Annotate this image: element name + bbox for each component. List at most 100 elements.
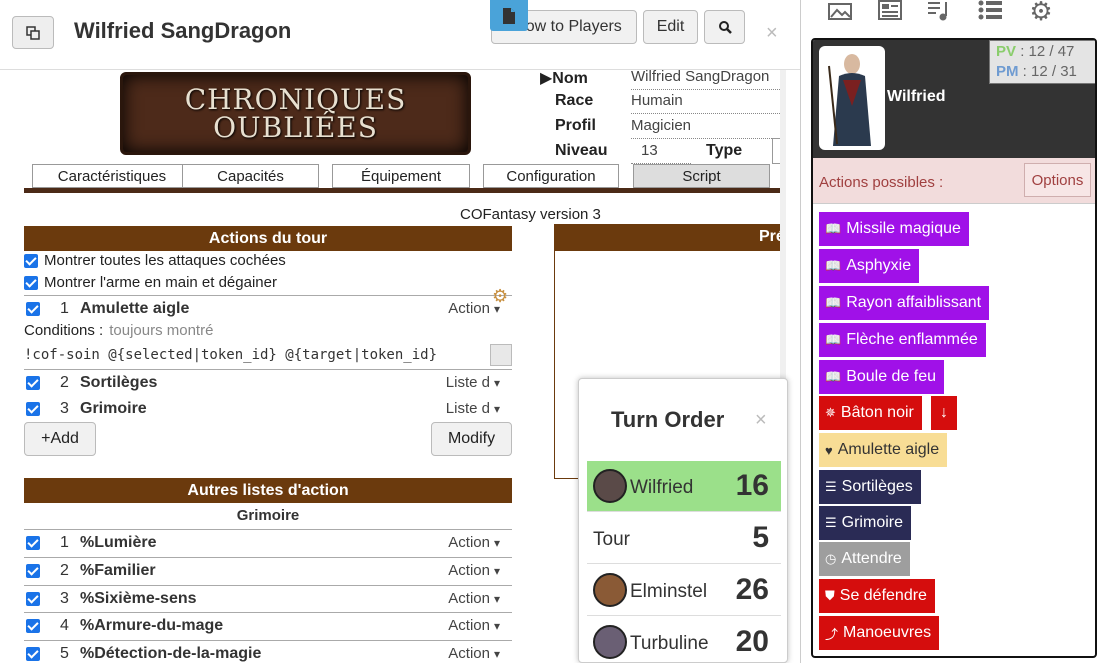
book-icon: 📖 [825,369,842,384]
action-grimoire[interactable]: ☰ Grimoire [819,506,911,540]
niveau-label: Niveau [555,142,608,159]
list-item[interactable]: 2 %Familier Action ▾ [24,557,512,583]
action-type-select[interactable]: Action ▾ [448,645,500,662]
chevron-down-icon: ▾ [493,564,500,578]
turn-order-title: Turn Order [611,407,725,432]
page-title: Wilfried SangDragon [74,18,292,43]
book-icon: 📖 [825,295,842,310]
checkbox[interactable] [26,402,40,416]
tab-underline [24,188,786,193]
music-icon[interactable] [925,0,953,26]
list-item[interactable]: 2 Sortilèges Liste d ▾ [24,369,512,395]
list-item[interactable]: 5 %Détection-de-la-magie Action ▾ [24,640,512,663]
chevron-down-icon: ▾ [493,402,500,416]
option-show-all[interactable]: Montrer toutes les attaques cochées [24,252,286,269]
character-name: Wilfried [887,88,946,105]
script-field[interactable]: !cof-soin @{selected|token_id} @{target|… [24,347,512,367]
zoom-button[interactable] [704,10,745,44]
nom-label: ▶Nom [540,70,588,87]
chevron-down-icon: ▾ [493,619,500,633]
action-baton-noir[interactable]: ✵ Bâton noir [819,396,922,430]
turn-entry[interactable]: Wilfried 16 [587,461,781,512]
resize-handle[interactable] [490,344,512,366]
list-icon[interactable] [977,0,1005,26]
list-item[interactable]: 1 %Lumière Action ▾ [24,529,512,555]
action-asphyxie[interactable]: 📖 Asphyxie [819,249,920,283]
tab-capacites[interactable]: Capacités [182,164,319,188]
list-icon: ☰ [825,479,837,494]
turn-entry[interactable]: Turbuline 20 [587,617,781,662]
race-field[interactable]: Humain [631,92,786,114]
niveau-field[interactable]: 13 [631,142,691,164]
actions-du-tour-header: Actions du tour [24,226,512,251]
profil-field[interactable]: Magicien [631,117,786,139]
action-type-select[interactable]: Action ▾ [448,590,500,607]
list-item[interactable]: 3 %Sixième-sens Action ▾ [24,585,512,611]
gear-icon[interactable]: ⚙ [492,286,508,307]
list-item[interactable]: 1 Amulette aigle Action ▾ [24,295,512,321]
checkbox[interactable] [26,592,40,606]
popout-button[interactable] [12,16,54,49]
profil-label: Profil [555,117,596,134]
action-amulette-aigle[interactable]: ♥ Amulette aigle [819,433,948,467]
tab-equipement[interactable]: Équipement [332,164,470,188]
checkbox[interactable] [26,302,40,316]
action-type-select[interactable]: Liste d ▾ [446,374,500,391]
action-type-select[interactable]: Action ▾ [448,617,500,634]
nom-field[interactable]: Wilfried SangDragon [631,70,786,90]
chevron-down-icon: ▾ [493,592,500,606]
action-missile-magique[interactable]: 📖 Missile magique [819,212,969,246]
action-type-select[interactable]: Action ▾ [448,562,500,579]
options-button[interactable]: Options [1024,163,1091,197]
list-item[interactable]: 4 %Armure-du-mage Action ▾ [24,612,512,638]
avatar [593,573,627,607]
close-icon[interactable]: × [766,22,778,45]
action-rayon-affaiblissant[interactable]: 📖 Rayon affaiblissant [819,286,990,320]
action-boule-de-feu[interactable]: 📖 Boule de feu [819,360,945,394]
edit-button[interactable]: Edit [643,10,698,44]
image-icon[interactable] [827,0,855,26]
action-manoeuvres[interactable]: ⤴ Manoeuvres [819,616,940,650]
search-icon [718,21,732,34]
turn-entry[interactable]: Elminstel 26 [587,565,781,616]
tab-caracteristiques[interactable]: Caractéristiques [32,164,192,188]
modify-button[interactable]: Modify [431,422,512,456]
race-label: Race [555,92,594,109]
autres-listes-header: Autres listes d'action [24,478,512,503]
checkbox[interactable] [26,619,40,633]
logo: CHRONIQUES OUBLIÉES [120,72,471,155]
checkbox[interactable] [24,276,38,291]
list-item[interactable]: 3 Grimoire Liste d ▾ [24,396,512,422]
tab-configuration[interactable]: Configuration [483,164,619,188]
journal-icon[interactable] [877,0,905,26]
option-show-weapon[interactable]: Montrer l'arme en main et dégainer [24,274,277,291]
character-action-panel: Wilfried PV : 12 / 47 PM : 12 / 31 Actio… [811,38,1097,658]
action-sortileges[interactable]: ☰ Sortilèges [819,470,921,504]
conditions: Conditions : toujours montré [24,322,214,339]
turn-entry[interactable]: Tour 5 [587,513,781,564]
file-icon[interactable] [490,0,528,31]
arrow-down-button[interactable]: ↓ [931,396,957,430]
checkbox[interactable] [26,536,40,550]
action-type-select[interactable]: Action ▾ [448,534,500,551]
chevron-down-icon: ▾ [493,647,500,661]
action-type-select[interactable]: Liste d ▾ [446,400,500,417]
checkbox[interactable] [26,564,40,578]
avatar [593,625,627,659]
action-se-defendre[interactable]: ⛊ Se défendre [819,579,935,613]
close-icon[interactable]: × [755,409,767,432]
chevron-down-icon: ▾ [493,536,500,550]
character-header: Wilfried PV : 12 / 47 PM : 12 / 31 [813,40,1095,158]
burst-icon: ✵ [825,405,836,420]
type-label: Type [706,142,743,159]
checkbox[interactable] [26,376,40,390]
preview-header: Pré [554,224,786,251]
book-icon: 📖 [825,332,842,347]
action-attendre[interactable]: ◷ Attendre [819,542,910,576]
checkbox[interactable] [26,647,40,661]
action-fleche-enflammee[interactable]: 📖 Flèche enflammée [819,323,986,357]
tab-script[interactable]: Script [633,164,770,188]
checkbox[interactable] [24,254,38,269]
add-button[interactable]: +Add [24,422,96,456]
gear-icon[interactable]: ⚙ [1027,0,1055,26]
